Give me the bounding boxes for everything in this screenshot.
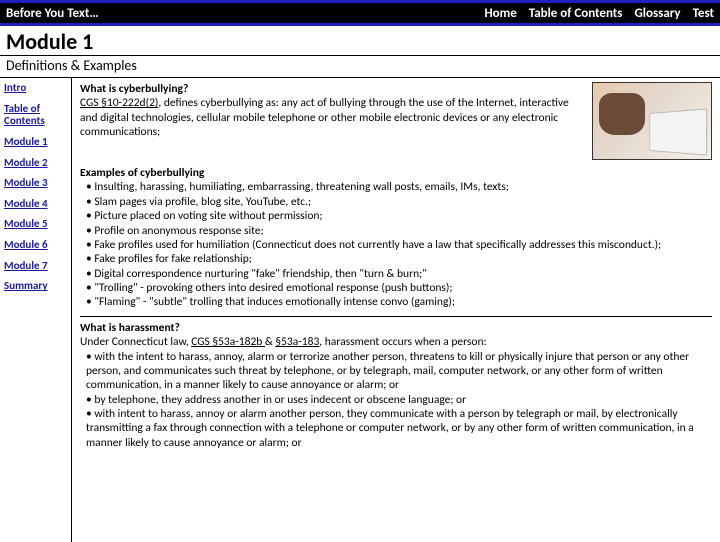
sidebar: Intro Table of Contents Module 1 Module … [0, 78, 72, 542]
nav-test[interactable]: Test [693, 6, 714, 21]
harassment-section: What is harassment? Under Connecticut la… [80, 316, 712, 450]
definition-text: What is cyberbullying? CGS §10-222d(2), … [80, 82, 584, 160]
child-laptop-image [592, 82, 712, 160]
nav-toc[interactable]: Table of Contents [529, 6, 623, 21]
examples-heading: Examples of cyberbullying [80, 166, 712, 180]
harassment-heading: What is harassment? [80, 321, 712, 335]
harassment-list: with the intent to harass, annoy, alarm … [80, 350, 712, 451]
list-item: Digital correspondence nurturing "fake" … [86, 267, 712, 281]
top-bar: Before You Text… Home Table of Contents … [0, 0, 720, 26]
nav-home[interactable]: Home [484, 6, 516, 21]
sidebar-item-module4[interactable]: Module 4 [4, 198, 67, 211]
list-item: Fake profiles used for humiliation (Conn… [86, 238, 712, 252]
list-item: Fake profiles for fake relationship; [86, 252, 712, 266]
sidebar-item-module6[interactable]: Module 6 [4, 239, 67, 252]
sidebar-item-module3[interactable]: Module 3 [4, 177, 67, 190]
examples-list: Insulting, harassing, humiliating, embar… [80, 180, 712, 309]
list-item: "Flaming" - "subtle" trolling that induc… [86, 295, 712, 309]
app-title: Before You Text… [6, 6, 99, 21]
list-item: with the intent to harass, annoy, alarm … [86, 350, 712, 393]
harassment-cite1[interactable]: CGS §53a-182b [191, 335, 265, 349]
list-item: Picture placed on voting site without pe… [86, 209, 712, 223]
definition-citation[interactable]: CGS §10-222d(2) [80, 96, 158, 110]
sidebar-item-module5[interactable]: Module 5 [4, 218, 67, 231]
sidebar-item-module2[interactable]: Module 2 [4, 157, 67, 170]
sidebar-item-module7[interactable]: Module 7 [4, 260, 67, 273]
nav-links: Home Table of Contents Glossary Test [484, 6, 714, 21]
list-item: Profile on anonymous response site; [86, 224, 712, 238]
sidebar-item-toc[interactable]: Table of Contents [4, 103, 67, 128]
harassment-lead-post: , harassment occurs when a person: [319, 335, 486, 349]
list-item: Slam pages via profile, blog site, YouTu… [86, 195, 712, 209]
content-area: What is cyberbullying? CGS §10-222d(2) , … [72, 78, 720, 542]
page-subtitle: Definitions & Examples [0, 56, 720, 78]
sidebar-item-module1[interactable]: Module 1 [4, 136, 67, 149]
harassment-lead: Under Connecticut law, CGS §53a-182b & §… [80, 335, 712, 349]
list-item: by telephone, they address another in or… [86, 393, 712, 407]
list-item: "Trolling" - provoking others into desir… [86, 281, 712, 295]
list-item: with intent to harass, annoy or alarm an… [86, 407, 712, 450]
harassment-lead-pre: Under Connecticut law, [80, 335, 191, 349]
list-item: Insulting, harassing, humiliating, embar… [86, 180, 712, 194]
sidebar-item-intro[interactable]: Intro [4, 82, 67, 95]
definition-heading: What is cyberbullying? [80, 82, 188, 96]
body-area: Intro Table of Contents Module 1 Module … [0, 78, 720, 542]
nav-glossary[interactable]: Glossary [635, 6, 681, 21]
examples-section: Examples of cyberbullying Insulting, har… [80, 166, 712, 310]
sidebar-item-summary[interactable]: Summary [4, 280, 67, 293]
definition-section: What is cyberbullying? CGS §10-222d(2), … [80, 82, 712, 160]
module-title: Module 1 [0, 26, 720, 56]
harassment-cite2[interactable]: §53a-183 [275, 335, 319, 349]
harassment-amp: & [265, 335, 275, 349]
